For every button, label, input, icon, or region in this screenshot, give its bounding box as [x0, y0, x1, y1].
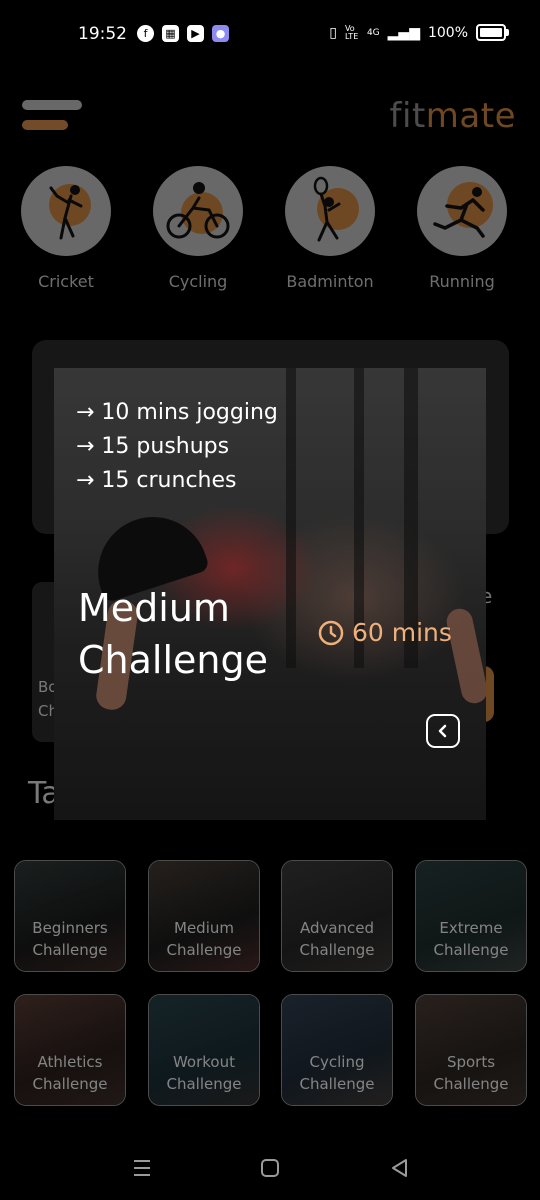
challenge-tile-advanced[interactable]: Advanced Challenge [281, 860, 393, 972]
tile-label: Challenge [32, 941, 108, 959]
tile-label: Advanced [299, 919, 375, 937]
recents-icon[interactable] [130, 1156, 154, 1180]
brand-fit: fit [389, 96, 426, 136]
tile-label: Workout [172, 1053, 235, 1071]
back-triangle-icon[interactable] [387, 1156, 411, 1180]
vibrate-icon: ▯ [329, 24, 337, 41]
menu-icon[interactable] [22, 100, 84, 140]
tile-label: Challenge [433, 1075, 509, 1093]
notification-icons: f ▦ ▶ ● [137, 25, 229, 42]
exercise-item: → 10 mins jogging [76, 400, 278, 425]
sport-cricket[interactable]: Cricket [21, 166, 111, 291]
close-modal-button[interactable] [426, 714, 460, 748]
status-time: 19:52 [78, 24, 127, 44]
facebook-icon: f [137, 25, 154, 42]
exercise-list: → 10 mins jogging → 15 pushups → 15 crun… [76, 396, 278, 498]
challenge-tile-medium[interactable]: Medium Challenge [148, 860, 260, 972]
battery-percent: 100% [427, 24, 468, 41]
sport-label: Badminton [286, 272, 374, 291]
status-right: ▯ Vo LTE 4G ▂▄▆ 100% [329, 23, 509, 41]
sport-badminton[interactable]: Badminton [285, 166, 375, 291]
sports-row: Cricket Cycling Badminton Running [0, 166, 540, 296]
tile-label: Challenge [433, 941, 509, 959]
duration-badge: 60 mins [318, 618, 452, 647]
brand-logo: fitmate [390, 96, 516, 136]
tile-label: Extreme [439, 919, 503, 937]
tile-label: Beginners [32, 919, 108, 937]
battery-icon [476, 24, 509, 41]
exercise-item: → 15 crunches [76, 468, 237, 493]
youtube-icon: ▶ [187, 25, 204, 42]
chevron-left-icon [438, 724, 447, 738]
sport-running[interactable]: Running [417, 166, 507, 291]
home-icon[interactable] [258, 1156, 282, 1180]
exercise-item: → 15 pushups [76, 434, 230, 459]
challenge-detail-modal: → 10 mins jogging → 15 pushups → 15 crun… [54, 368, 486, 820]
sport-label: Running [429, 272, 495, 291]
sport-label: Cricket [38, 272, 94, 291]
tile-label: Challenge [299, 1075, 375, 1093]
brand-mate: mate [425, 96, 516, 136]
tile-label: Sports [446, 1053, 496, 1071]
tile-label: Athletics [37, 1053, 103, 1071]
modal-title-line: Medium [78, 586, 230, 630]
cycling-icon [166, 182, 230, 239]
sport-cycling[interactable]: Cycling [153, 166, 243, 291]
challenge-tile-beginners[interactable]: Beginners Challenge [14, 860, 126, 972]
system-nav-bar [0, 1130, 540, 1200]
duration-text: 60 mins [352, 618, 452, 647]
modal-title: Medium Challenge [78, 582, 268, 686]
calculator-icon: ▦ [162, 25, 179, 42]
tile-label: Challenge [166, 1075, 242, 1093]
network-label: 4G [366, 27, 380, 38]
clock-icon [318, 620, 344, 645]
modal-title-line: Challenge [78, 638, 268, 682]
cricket-icon [49, 185, 83, 240]
status-bar: 19:52 f ▦ ▶ ● ▯ Vo LTE 4G ▂▄▆ 100% [0, 0, 540, 70]
signal-icon: ▂▄▆ [387, 24, 420, 41]
challenge-tile-cycling[interactable]: Cycling Challenge [281, 994, 393, 1106]
challenge-tile-sports[interactable]: Sports Challenge [415, 994, 527, 1106]
tile-label: Challenge [299, 941, 375, 959]
challenge-tile-workout[interactable]: Workout Challenge [148, 994, 260, 1106]
tile-label: Challenge [166, 941, 242, 959]
tile-label: Cycling [309, 1053, 365, 1071]
tile-label: Medium [174, 919, 234, 937]
volte-label: Vo LTE [344, 23, 359, 41]
tile-label: Challenge [32, 1075, 108, 1093]
teams-icon: ● [212, 25, 229, 42]
badminton-icon [313, 176, 341, 242]
challenge-tile-athletics[interactable]: Athletics Challenge [14, 994, 126, 1106]
sport-label: Cycling [168, 272, 228, 291]
challenge-tile-extreme[interactable]: Extreme Challenge [415, 860, 527, 972]
running-icon [433, 187, 485, 238]
